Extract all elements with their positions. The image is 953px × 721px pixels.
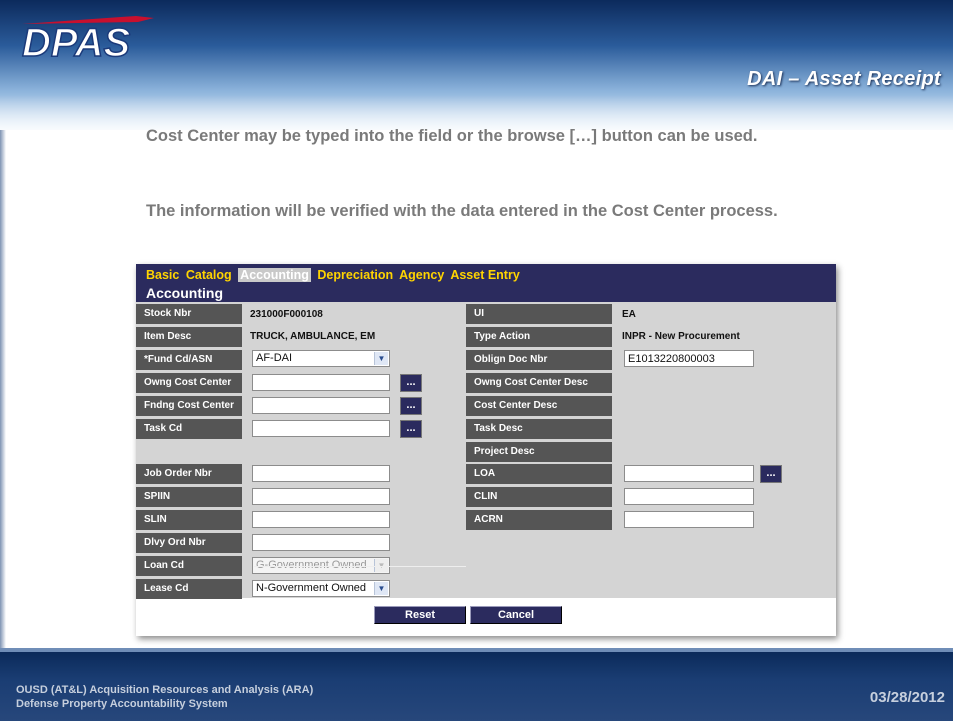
oblign-doc-nbr-input[interactable]: [624, 350, 754, 367]
type-action-value: INPR - New Procurement: [622, 331, 740, 342]
owng-cost-center-label: Owng Cost Center: [136, 373, 242, 393]
type-action-label: Type Action: [466, 327, 612, 347]
spiin-input[interactable]: [252, 488, 390, 505]
slin-label: SLIN: [136, 510, 242, 530]
loan-cd-selected-value: G-Government Owned: [256, 559, 367, 571]
loa-input[interactable]: [624, 465, 754, 482]
clin-input[interactable]: [624, 488, 754, 505]
lease-cd-select[interactable]: N-Government Owned ▼: [252, 580, 390, 597]
tab-basic[interactable]: Basic: [146, 268, 179, 282]
cancel-button[interactable]: Cancel: [470, 606, 562, 624]
lease-cd-label: Lease Cd: [136, 579, 242, 599]
task-cd-browse-button[interactable]: ...: [400, 420, 422, 438]
slin-input[interactable]: [252, 511, 390, 528]
oblign-doc-nbr-label: Oblign Doc Nbr: [466, 350, 612, 370]
owng-cost-center-browse-button[interactable]: ...: [400, 374, 422, 392]
tab-agency[interactable]: Agency: [399, 268, 444, 282]
ui-value: EA: [622, 309, 636, 320]
project-desc-label: Project Desc: [466, 442, 612, 462]
owng-cost-center-desc-label: Owng Cost Center Desc: [466, 373, 612, 393]
spiin-label: SPIIN: [136, 487, 242, 507]
dpas-logo: DPAS: [21, 16, 154, 66]
footer-line-1: OUSD (AT&L) Acquisition Resources and An…: [16, 684, 314, 696]
logo-text: DPAS: [22, 21, 130, 65]
cost-center-desc-label: Cost Center Desc: [466, 396, 612, 416]
owng-cost-center-input[interactable]: [252, 374, 390, 391]
divider: [254, 566, 466, 567]
loan-cd-label: Loan Cd: [136, 556, 242, 576]
loa-browse-button[interactable]: ...: [760, 465, 782, 483]
chevron-down-icon: ▼: [374, 582, 388, 595]
fund-cd-label: *Fund Cd/ASN: [136, 350, 242, 370]
item-desc-value: TRUCK, AMBULANCE, EM: [250, 331, 376, 342]
instruction-paragraph-1: Cost Center may be typed into the field …: [146, 127, 758, 145]
chevron-down-icon: ▼: [374, 352, 388, 365]
tab-bar: Basic Catalog Accounting Depreciation Ag…: [146, 268, 523, 282]
accounting-form: Stock Nbr 231000F000108 Item Desc TRUCK,…: [136, 302, 836, 599]
item-desc-label: Item Desc: [136, 327, 242, 347]
footer-line-2: Defense Property Accountability System: [16, 698, 228, 710]
stock-nbr-label: Stock Nbr: [136, 304, 242, 324]
dlvy-ord-nbr-input[interactable]: [252, 534, 390, 551]
fund-cd-select[interactable]: AF-DAI ▼: [252, 350, 390, 367]
form-header: Basic Catalog Accounting Depreciation Ag…: [136, 264, 836, 302]
stock-nbr-value: 231000F000108: [250, 309, 323, 320]
acrn-input[interactable]: [624, 511, 754, 528]
footer-text: OUSD (AT&L) Acquisition Resources and An…: [16, 683, 313, 711]
instruction-paragraph-2: The information will be verified with th…: [146, 202, 778, 220]
dlvy-ord-nbr-label: Dlvy Ord Nbr: [136, 533, 242, 553]
job-order-nbr-input[interactable]: [252, 465, 390, 482]
fndng-cost-center-browse-button[interactable]: ...: [400, 397, 422, 415]
fndng-cost-center-label: Fndng Cost Center: [136, 396, 242, 416]
task-cd-input[interactable]: [252, 420, 390, 437]
tab-catalog[interactable]: Catalog: [186, 268, 232, 282]
reset-button[interactable]: Reset: [374, 606, 466, 624]
loa-label: LOA: [466, 464, 612, 484]
fndng-cost-center-input[interactable]: [252, 397, 390, 414]
section-title: Accounting: [146, 285, 223, 301]
fund-cd-selected-value: AF-DAI: [256, 352, 293, 364]
tab-depreciation[interactable]: Depreciation: [317, 268, 393, 282]
tab-asset-entry[interactable]: Asset Entry: [450, 268, 519, 282]
job-order-nbr-label: Job Order Nbr: [136, 464, 242, 484]
ui-label: UI: [466, 304, 612, 324]
task-cd-label: Task Cd: [136, 419, 242, 439]
clin-label: CLIN: [466, 487, 612, 507]
lease-cd-selected-value: N-Government Owned: [256, 582, 367, 594]
slide-title: DAI – Asset Receipt: [747, 68, 941, 90]
task-desc-label: Task Desc: [466, 419, 612, 439]
accounting-form-window: Basic Catalog Accounting Depreciation Ag…: [136, 264, 836, 636]
footer-date: 03/28/2012: [869, 689, 945, 706]
tab-accounting[interactable]: Accounting: [238, 268, 311, 282]
acrn-label: ACRN: [466, 510, 612, 530]
left-edge-shadow: [0, 130, 6, 650]
